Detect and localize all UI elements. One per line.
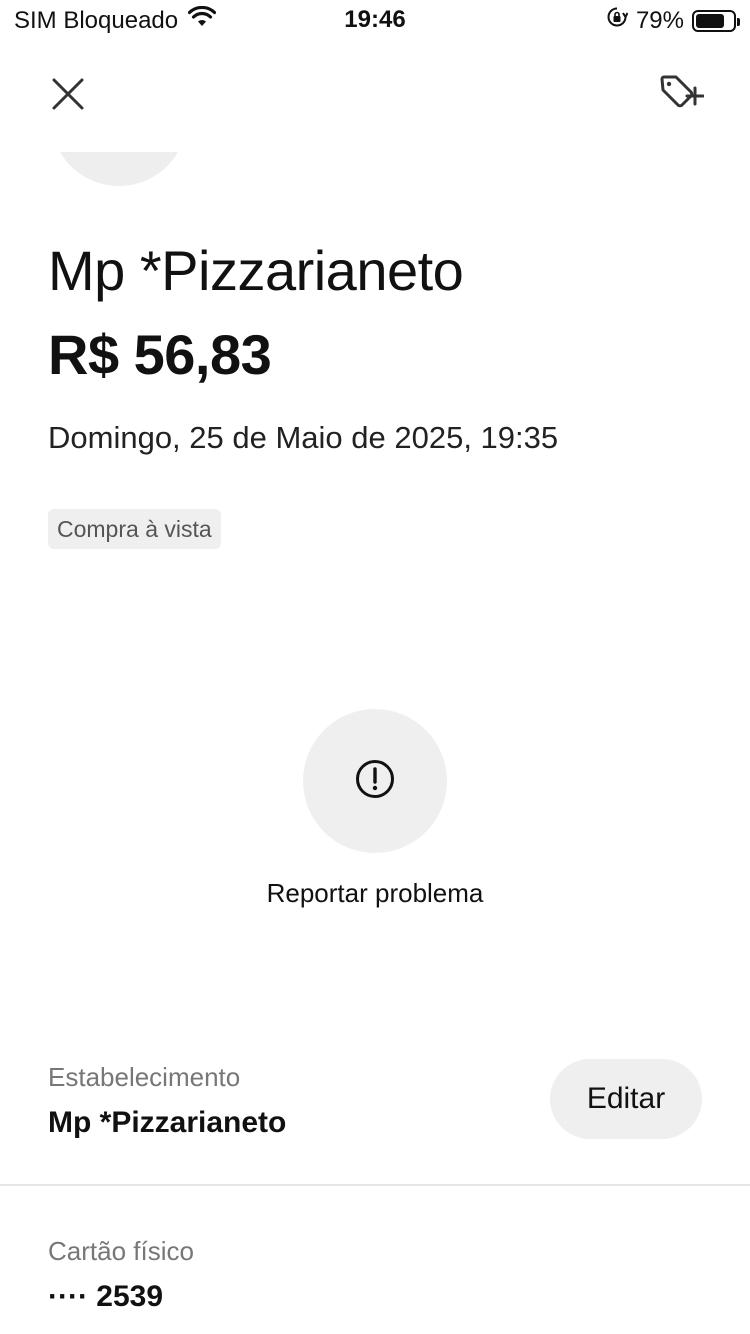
establishment-label: Estabelecimento bbox=[48, 1062, 241, 1092]
edit-button[interactable]: Editar bbox=[550, 1059, 702, 1139]
report-problem-button[interactable] bbox=[303, 709, 447, 853]
orientation-lock-icon bbox=[606, 6, 629, 35]
transaction-amount: R$ 56,83 bbox=[48, 323, 272, 386]
transaction-detail-screen: SIM Bloqueado 19:46 79% Mp *Pizzarianeto… bbox=[0, 0, 750, 1334]
status-right-group: 79% bbox=[606, 6, 740, 35]
close-button[interactable] bbox=[44, 72, 92, 120]
close-icon bbox=[51, 77, 85, 116]
tag-add-icon bbox=[658, 73, 705, 120]
add-tag-button[interactable] bbox=[654, 72, 708, 120]
section-divider bbox=[0, 1184, 750, 1186]
battery-fill bbox=[696, 13, 725, 28]
purchase-type-badge: Compra à vista bbox=[48, 509, 221, 549]
transaction-datetime: Domingo, 25 de Maio de 2025, 19:35 bbox=[48, 420, 559, 455]
merchant-title: Mp *Pizzarianeto bbox=[48, 239, 464, 302]
establishment-value: Mp *Pizzarianeto bbox=[48, 1106, 287, 1139]
status-bar: SIM Bloqueado 19:46 79% bbox=[0, 0, 750, 42]
battery-tip bbox=[737, 17, 740, 26]
report-problem-label[interactable]: Reportar problema bbox=[0, 878, 750, 909]
battery-percent: 79% bbox=[635, 6, 684, 34]
alert-circle-icon bbox=[354, 758, 396, 805]
battery-icon bbox=[692, 9, 740, 32]
card-label: Cartão físico bbox=[48, 1236, 194, 1266]
card-number: ···· 2539 bbox=[48, 1280, 164, 1313]
